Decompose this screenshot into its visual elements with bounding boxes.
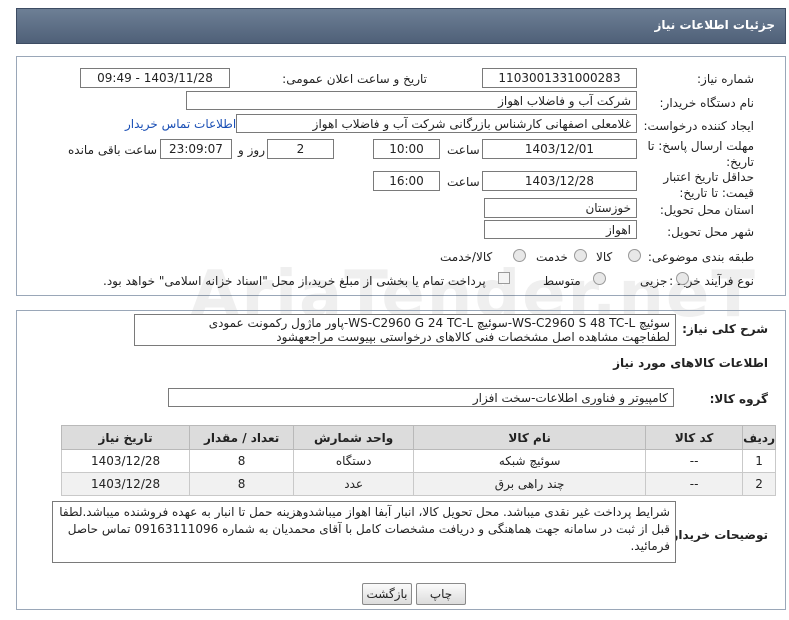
days-label: روز و [238,143,265,157]
goods-section-title: اطلاعات کالاهای مورد نیاز [613,356,768,370]
page-header: جزئیات اطلاعات نیاز [16,8,786,44]
col-unit: واحد شمارش [293,425,415,450]
cell-date: 1403/12/28 [60,449,191,473]
city-label: شهر محل تحویل: [667,225,754,239]
cell-name: چند راهی برق [413,472,647,496]
buyer-contact-link[interactable]: اطلاعات تماس خریدار [125,117,236,131]
goods-group-label: گروه کالا: [709,392,768,406]
days-field: 2 [267,139,334,159]
cell-quantity: 8 [189,472,295,496]
buyer-org-label: نام دستگاه خریدار: [659,96,755,110]
announce-label: تاریخ و ساعت اعلان عمومی: [282,72,427,86]
category-label: طبقه بندی موضوعی: [647,250,754,264]
remaining-label: ساعت باقی مانده [68,143,158,157]
requester-field: غلامعلی اصفهانی کارشناس بازرگانی شرکت آب… [236,114,637,133]
table-row: 1 -- سوئیچ شبکه دستگاه 8 1403/12/28 [60,449,776,473]
description-field: سوئیچ WS-C2960 S 48 TC-L-سوئیچ WS-C2960 … [134,314,676,346]
back-button[interactable]: بازگشت [362,583,412,605]
process-option-minor: جزیی [640,274,668,288]
goods-table-header: ردیف کد کالا نام کالا واحد شمارش تعداد /… [60,425,776,450]
cell-unit: دستگاه [293,449,415,473]
cell-row: 2 [742,472,776,496]
cell-code: -- [645,449,744,473]
cell-name: سوئیچ شبکه [413,449,647,473]
category-option-service: خدمت [536,250,568,264]
deadline-time-label: ساعت [447,143,480,157]
validity-time-field: 16:00 [373,171,440,191]
print-button[interactable]: چاپ [416,583,466,605]
buyer-notes-field: شرایط پرداخت غیر نقدی میباشد. محل تحویل … [52,501,676,563]
announce-field: 1403/11/28 - 09:49 [80,68,230,88]
validity-label: حداقل تاریخ اعتبار قیمت: تا تاریخ: [663,170,754,200]
description-label: شرح کلی نیاز: [682,322,768,336]
need-number-label: شماره نیاز: [697,72,754,86]
validity-date-field: 1403/12/28 [482,171,637,191]
buyer-org-field: شرکت آب و فاضلاب اهواز [186,91,637,110]
process-radio-minor[interactable] [676,272,689,285]
deadline-date-field: 1403/12/01 [482,139,637,159]
cell-unit: عدد [293,472,415,496]
category-radio-goods[interactable] [628,249,641,262]
col-date: تاریخ نیاز [60,425,191,450]
table-row: 2 -- چند راهی برق عدد 8 1403/12/28 [60,472,776,496]
col-code: کد کالا [645,425,744,450]
requester-label: ایجاد کننده درخواست: [643,119,754,133]
process-radio-medium[interactable] [593,272,606,285]
province-label: استان محل تحویل: [659,203,754,217]
goods-group-field: کامپیوتر و فناوری اطلاعات-سخت افزار [168,388,674,407]
page-title: جزئیات اطلاعات نیاز [654,18,775,32]
description-line-2: لطفاجهت مشاهده اصل مشخصات فنی کالاهای در… [276,330,670,344]
process-option-medium: متوسط [543,274,581,288]
cell-date: 1403/12/28 [60,472,191,496]
cell-row: 1 [742,449,776,473]
deadline-time-field: 10:00 [373,139,440,159]
validity-time-label: ساعت [447,175,480,189]
treasury-checkbox[interactable] [498,272,510,284]
category-option-goods-service: کالا/خدمت [440,250,493,264]
col-name: نام کالا [413,425,647,450]
province-field: خوزستان [484,198,637,218]
description-line-1: سوئیچ WS-C2960 S 48 TC-L-سوئیچ WS-C2960 … [208,316,670,330]
deadline-label: مهلت ارسال پاسخ: تا تاریخ: [647,139,754,169]
remaining-field: 23:09:07 [160,139,232,159]
city-field: اهواز [484,220,637,239]
goods-table: ردیف کد کالا نام کالا واحد شمارش تعداد /… [60,425,776,496]
need-number-field: 1103001331000283 [482,68,637,88]
buyer-notes-label: توضیحات خریدار: [666,528,768,542]
category-radio-goods-service[interactable] [513,249,526,262]
treasury-note: پرداخت تمام یا بخشی از مبلغ خرید،از محل … [103,274,486,288]
cell-code: -- [645,472,744,496]
category-option-goods: کالا [596,250,613,264]
col-row: ردیف [742,425,776,450]
cell-quantity: 8 [189,449,295,473]
category-radio-service[interactable] [574,249,587,262]
col-quantity: تعداد / مقدار [189,425,295,450]
